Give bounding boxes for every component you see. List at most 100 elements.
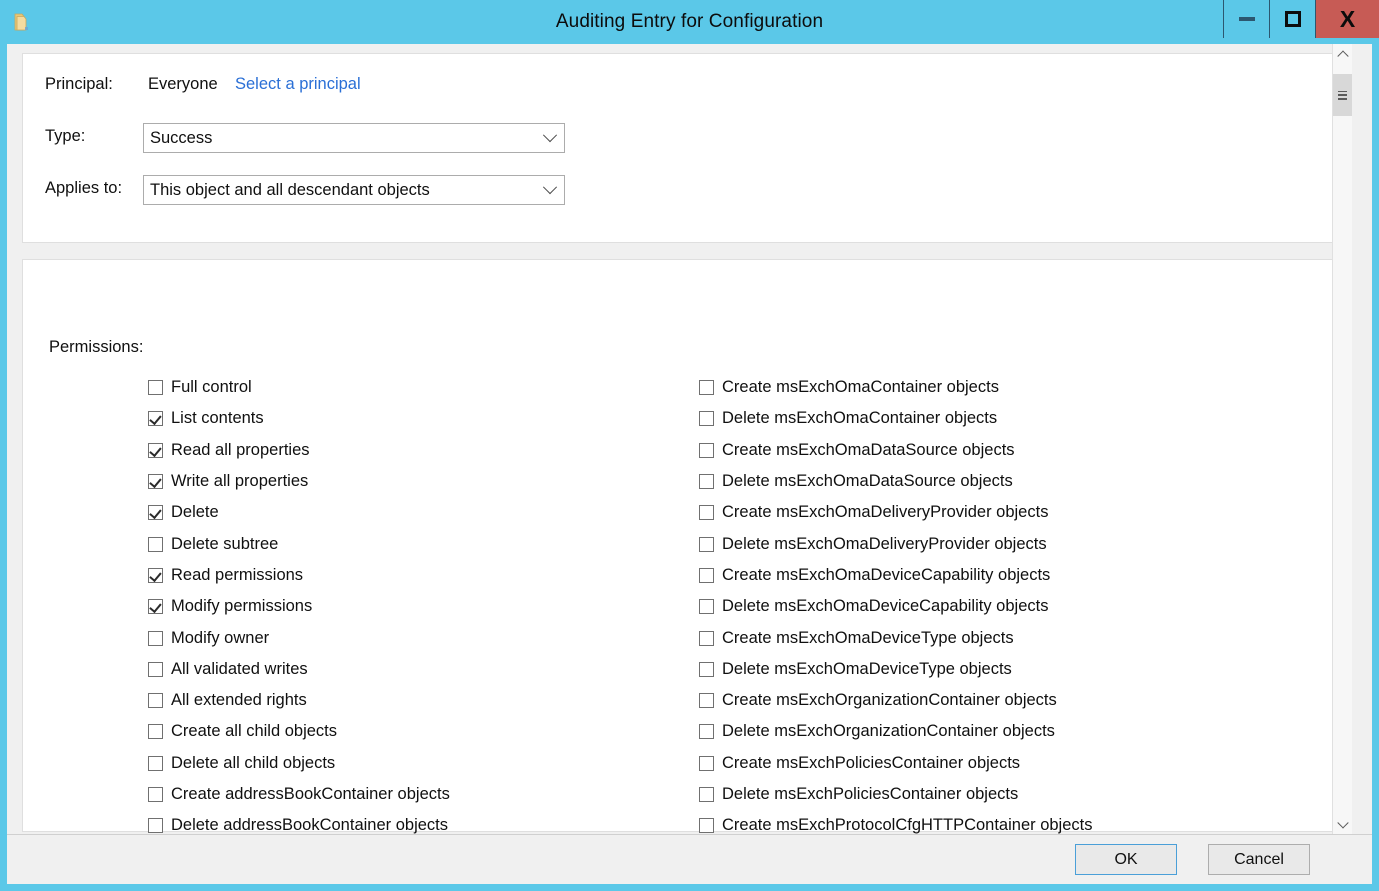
permission-item[interactable]: Create addressBookContainer objects [148, 779, 688, 810]
permission-label: Create msExchOmaDeliveryProvider objects [722, 503, 1048, 522]
maximize-button[interactable] [1269, 0, 1315, 38]
permission-label: Delete [171, 503, 219, 522]
permission-item[interactable]: Delete msExchOmaDeviceType objects [699, 654, 1319, 685]
permission-item[interactable]: List contents [148, 403, 688, 434]
permission-checkbox[interactable] [148, 724, 163, 739]
permission-item[interactable]: Create all child objects [148, 716, 688, 747]
permission-checkbox[interactable] [699, 662, 714, 677]
permission-item[interactable]: Modify permissions [148, 591, 688, 622]
permission-label: Create msExchOrganizationContainer objec… [722, 691, 1057, 710]
permission-label: Delete msExchOmaDeviceCapability objects [722, 597, 1048, 616]
permission-label: All extended rights [171, 691, 307, 710]
permission-checkbox[interactable] [699, 599, 714, 614]
permission-item[interactable]: Read permissions [148, 560, 688, 591]
permission-checkbox[interactable] [699, 724, 714, 739]
permission-checkbox[interactable] [148, 787, 163, 802]
type-label: Type: [45, 127, 85, 146]
close-icon: X [1340, 8, 1355, 31]
permission-item[interactable]: Delete msExchOmaDeviceCapability objects [699, 591, 1319, 622]
permission-checkbox[interactable] [148, 568, 163, 583]
permission-item[interactable]: Full control [148, 372, 688, 403]
permission-item[interactable]: Delete addressBookContainer objects [148, 810, 688, 835]
permission-checkbox[interactable] [148, 662, 163, 677]
permission-checkbox[interactable] [699, 411, 714, 426]
ok-button[interactable]: OK [1075, 844, 1177, 875]
permission-checkbox[interactable] [148, 599, 163, 614]
permission-checkbox[interactable] [148, 537, 163, 552]
close-button[interactable]: X [1315, 0, 1379, 38]
permission-checkbox[interactable] [148, 756, 163, 771]
permission-label: Modify permissions [171, 597, 312, 616]
permission-label: Create msExchProtocolCfgHTTPContainer ob… [722, 816, 1092, 835]
minimize-button[interactable] [1223, 0, 1269, 38]
chevron-down-icon [545, 124, 555, 152]
permission-label: List contents [171, 409, 264, 428]
permission-checkbox[interactable] [699, 756, 714, 771]
permission-checkbox[interactable] [148, 818, 163, 833]
permission-item[interactable]: Create msExchOmaContainer objects [699, 372, 1319, 403]
permission-label: Create msExchOmaDeviceCapability objects [722, 566, 1050, 585]
window-title: Auditing Entry for Configuration [0, 0, 1379, 44]
permission-label: Delete msExchOmaContainer objects [722, 409, 997, 428]
permission-checkbox[interactable] [148, 505, 163, 520]
permission-item[interactable]: Create msExchOmaDeviceType objects [699, 622, 1319, 653]
permission-checkbox[interactable] [699, 693, 714, 708]
permission-item[interactable]: Write all properties [148, 466, 688, 497]
permission-checkbox[interactable] [699, 505, 714, 520]
permission-checkbox[interactable] [148, 693, 163, 708]
permissions-left-column: Full control List contents Read all proper… [148, 372, 688, 835]
permission-item[interactable]: Create msExchPoliciesContainer objects [699, 748, 1319, 779]
permission-item[interactable]: Delete msExchPoliciesContainer objects [699, 779, 1319, 810]
permission-checkbox[interactable] [148, 411, 163, 426]
permission-item[interactable]: Create msExchOrganizationContainer objec… [699, 685, 1319, 716]
general-groupbox: Principal: Everyone Select a principal T… [22, 53, 1344, 243]
type-dropdown[interactable]: Success [143, 123, 565, 153]
permission-checkbox[interactable] [148, 443, 163, 458]
applies-to-dropdown[interactable]: This object and all descendant objects [143, 175, 565, 205]
permissions-label: Permissions: [49, 338, 143, 357]
cancel-button[interactable]: Cancel [1208, 844, 1310, 875]
permission-item[interactable]: Delete msExchOmaContainer objects [699, 403, 1319, 434]
permission-label: Full control [171, 378, 252, 397]
title-bar: Auditing Entry for Configuration X [0, 0, 1379, 44]
vertical-scrollbar[interactable] [1332, 44, 1352, 835]
permission-checkbox[interactable] [699, 443, 714, 458]
scroll-content-region: Principal: Everyone Select a principal T… [7, 44, 1352, 835]
permission-checkbox[interactable] [699, 380, 714, 395]
permission-checkbox[interactable] [148, 631, 163, 646]
permission-item[interactable]: All extended rights [148, 685, 688, 716]
permission-label: Create msExchPoliciesContainer objects [722, 754, 1020, 773]
permission-item[interactable]: Create msExchOmaDeliveryProvider objects [699, 497, 1319, 528]
permission-item[interactable]: Delete msExchOmaDeliveryProvider objects [699, 528, 1319, 559]
permission-item[interactable]: Delete msExchOrganizationContainer objec… [699, 716, 1319, 747]
permission-checkbox[interactable] [148, 474, 163, 489]
permission-checkbox[interactable] [699, 818, 714, 833]
permission-item[interactable]: Modify owner [148, 622, 688, 653]
permission-item[interactable]: Delete [148, 497, 688, 528]
permission-checkbox[interactable] [699, 474, 714, 489]
minimize-icon [1239, 17, 1255, 21]
permission-checkbox[interactable] [699, 537, 714, 552]
select-principal-link[interactable]: Select a principal [235, 75, 361, 94]
permission-item[interactable]: Delete msExchOmaDataSource objects [699, 466, 1319, 497]
principal-value: Everyone [148, 75, 218, 94]
scrollbar-thumb[interactable] [1333, 74, 1352, 116]
permission-checkbox[interactable] [699, 631, 714, 646]
restore-icon [1285, 11, 1301, 27]
permission-item[interactable]: Read all properties [148, 435, 688, 466]
chevron-up-icon [1337, 50, 1348, 61]
permission-item[interactable]: Create msExchOmaDeviceCapability objects [699, 560, 1319, 591]
permission-item[interactable]: Create msExchProtocolCfgHTTPContainer ob… [699, 810, 1319, 835]
permission-checkbox[interactable] [148, 380, 163, 395]
permission-item[interactable]: Delete all child objects [148, 748, 688, 779]
permission-label: Create addressBookContainer objects [171, 785, 450, 804]
permission-item[interactable]: Create msExchOmaDataSource objects [699, 435, 1319, 466]
scroll-up-button[interactable] [1333, 44, 1352, 64]
permission-checkbox[interactable] [699, 787, 714, 802]
permission-item[interactable]: All validated writes [148, 654, 688, 685]
scroll-down-button[interactable] [1333, 815, 1352, 835]
permission-checkbox[interactable] [699, 568, 714, 583]
auditing-entry-window: Auditing Entry for Configuration X Princ… [0, 0, 1379, 891]
permission-label: Read permissions [171, 566, 303, 585]
permission-item[interactable]: Delete subtree [148, 528, 688, 559]
